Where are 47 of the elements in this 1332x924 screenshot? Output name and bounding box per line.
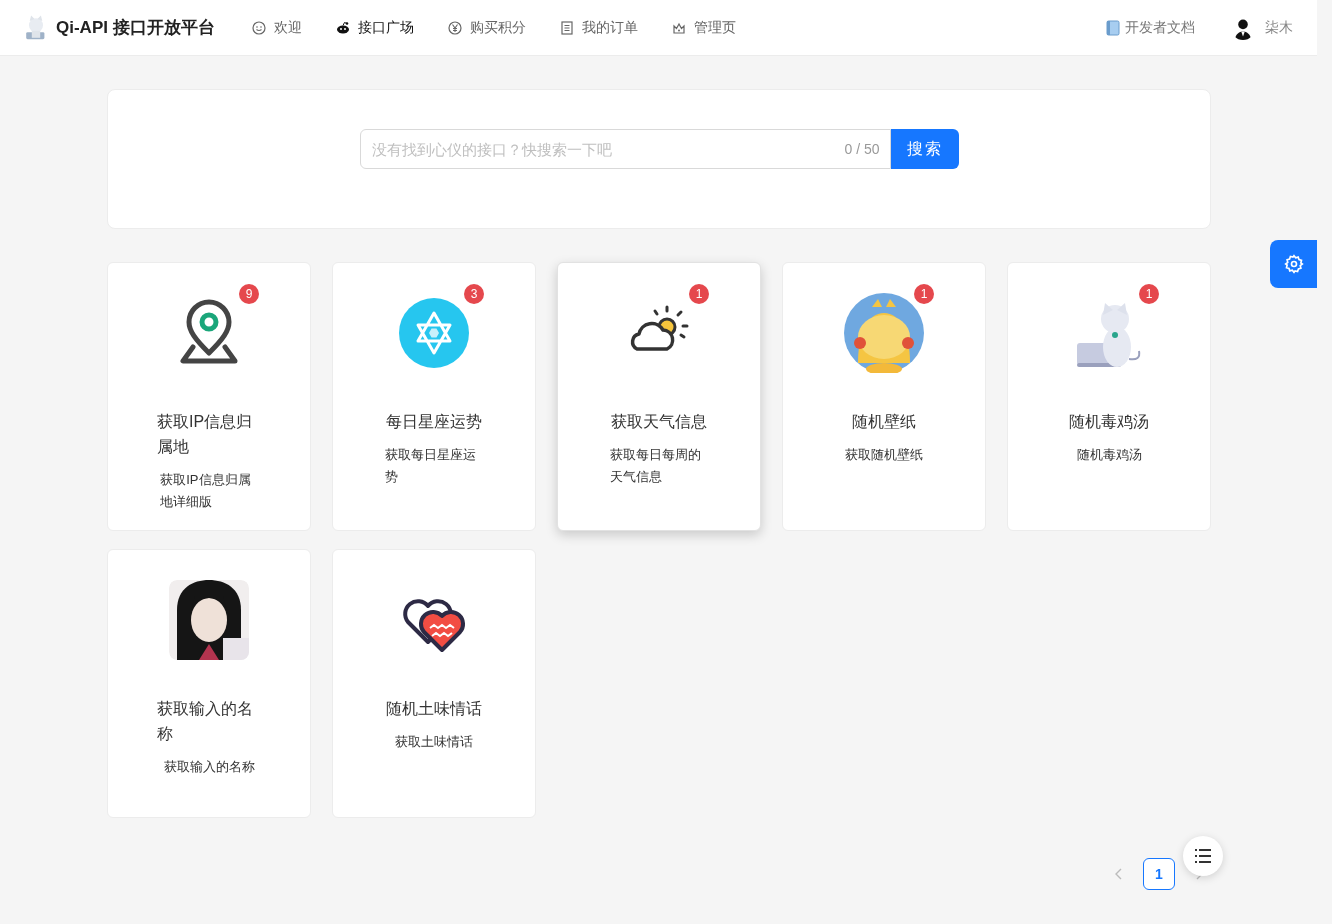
menu-item[interactable]: 管理页 bbox=[654, 0, 753, 55]
count-badge: 9 bbox=[239, 284, 259, 304]
api-card[interactable]: 1 随机毒鸡汤 随机毒鸡汤 bbox=[1007, 262, 1211, 531]
count-badge: 1 bbox=[1139, 284, 1159, 304]
api-card[interactable]: 3 每日星座运势 获取每日星座运势 bbox=[332, 262, 536, 531]
list-button[interactable] bbox=[1183, 836, 1223, 876]
api-card[interactable]: 1 获取天气信息 获取每日每周的天气信息 bbox=[557, 262, 761, 531]
api-card[interactable]: 获取输入的名称 获取输入的名称 bbox=[107, 549, 311, 818]
settings-icon bbox=[1283, 254, 1304, 274]
chevron-left-icon bbox=[1115, 868, 1123, 880]
docs-link[interactable]: 开发者文档 bbox=[1106, 18, 1195, 37]
card-title: 获取天气信息 bbox=[611, 412, 707, 432]
card-title: 随机毒鸡汤 bbox=[1069, 412, 1149, 432]
card-description: 随机毒鸡汤 bbox=[1076, 446, 1142, 464]
app-title: Qi-API 接口开放平台 bbox=[56, 17, 215, 39]
card-title: 随机土味情话 bbox=[386, 699, 482, 719]
user-name: 柒木 bbox=[1265, 18, 1293, 37]
api-card[interactable]: 随机土味情话 获取土味情话 bbox=[332, 549, 536, 818]
api-card[interactable]: 9 获取IP信息归属地 获取IP信息归属地详细版 bbox=[107, 262, 311, 531]
count-badge: 1 bbox=[689, 284, 709, 304]
count-badge: 3 bbox=[464, 284, 484, 304]
count-badge: 1 bbox=[914, 284, 934, 304]
menu-item[interactable]: 购买积分 bbox=[430, 0, 543, 55]
card-description: 获取随机壁纸 bbox=[845, 446, 923, 464]
menu-item[interactable]: 欢迎 bbox=[234, 0, 319, 55]
page-button[interactable]: 1 bbox=[1143, 858, 1175, 890]
card-title: 随机壁纸 bbox=[852, 412, 916, 432]
robot-icon bbox=[335, 20, 350, 35]
card-title: 获取IP信息归属地 bbox=[157, 412, 254, 457]
card-description: 获取IP信息归属地详细版 bbox=[160, 471, 252, 511]
card-description: 获取每日星座运势 bbox=[385, 446, 478, 486]
list-icon bbox=[1195, 849, 1211, 863]
api-card[interactable]: 1 随机壁纸 获取随机壁纸 bbox=[782, 262, 986, 531]
search-button[interactable]: 搜索 bbox=[890, 129, 959, 169]
card-description: 获取土味情话 bbox=[395, 733, 473, 751]
yen-icon bbox=[447, 20, 462, 35]
smile-icon bbox=[251, 20, 266, 35]
list-icon bbox=[559, 20, 574, 35]
menu-item[interactable]: 我的订单 bbox=[542, 0, 655, 55]
book-icon bbox=[1106, 19, 1120, 36]
card-title: 每日星座运势 bbox=[386, 412, 482, 432]
card-title: 获取输入的名称 bbox=[157, 699, 254, 744]
menu-item[interactable]: 接口广场 bbox=[318, 0, 431, 55]
character-count: 0 / 50 bbox=[844, 140, 880, 158]
card-description: 获取输入的名称 bbox=[163, 758, 255, 776]
settings-button[interactable] bbox=[1270, 240, 1317, 288]
card-description: 获取每日每周的天气信息 bbox=[610, 446, 703, 486]
